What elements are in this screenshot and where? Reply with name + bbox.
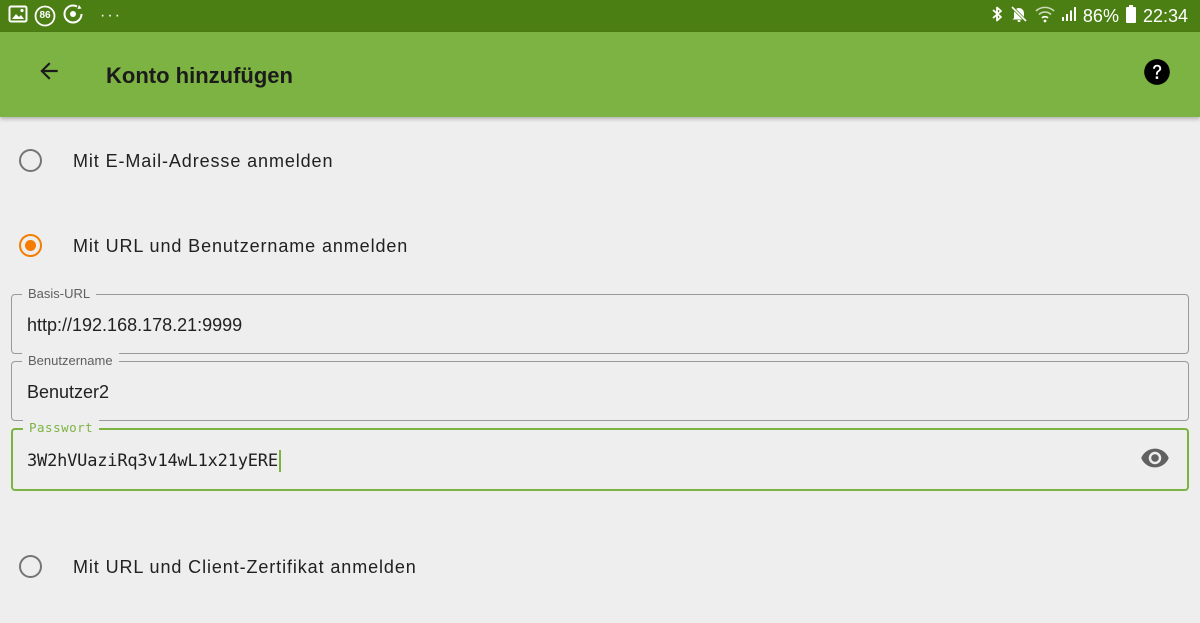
username-label: Benutzername bbox=[22, 353, 119, 369]
password-label: Passwort bbox=[23, 420, 100, 436]
base-url-label: Basis-URL bbox=[22, 286, 97, 302]
clock: 22:34 bbox=[1142, 6, 1188, 26]
username-field[interactable]: Benutzername Benutzer2 bbox=[11, 353, 1189, 421]
arrow-back-icon bbox=[36, 58, 62, 89]
login-option-client-certificate[interactable]: Mit URL und Client-Zertifikat anmelden bbox=[0, 541, 1200, 597]
password-field[interactable]: Passwort 3W2hVUaziRq3v14wL1x21yERE bbox=[11, 420, 1189, 491]
radio-button-client-certificate[interactable] bbox=[19, 555, 42, 578]
login-option-client-certificate-label: Mit URL und Client-Zertifikat anmelden bbox=[73, 557, 417, 577]
wifi-icon bbox=[1035, 5, 1055, 28]
login-option-email[interactable]: Mit E-Mail-Adresse anmelden bbox=[0, 135, 1200, 191]
bluetooth-icon bbox=[991, 5, 1003, 28]
login-option-email-label: Mit E-Mail-Adresse anmelden bbox=[73, 151, 334, 171]
login-option-url-username-label: Mit URL und Benutzername anmelden bbox=[73, 236, 409, 256]
notification-badge-count: 86 bbox=[39, 10, 51, 21]
status-bar-left: 86 ··· bbox=[8, 3, 122, 30]
sync-icon bbox=[62, 3, 84, 30]
image-icon bbox=[8, 5, 28, 28]
username-input[interactable]: Benutzer2 bbox=[27, 381, 109, 403]
mute-icon bbox=[1010, 5, 1028, 28]
base-url-input[interactable]: http://192.168.178.21:9999 bbox=[27, 314, 242, 336]
notification-badge-icon: 86 bbox=[34, 5, 56, 27]
eye-icon bbox=[1140, 443, 1170, 478]
password-value: 3W2hVUaziRq3v14wL1x21yERE bbox=[27, 451, 278, 471]
overflow-dots: ··· bbox=[100, 7, 122, 24]
radio-button-url-username[interactable] bbox=[19, 234, 42, 257]
signal-icon bbox=[1061, 6, 1076, 27]
back-button[interactable] bbox=[29, 53, 69, 93]
battery-icon bbox=[1125, 4, 1136, 28]
toggle-password-visibility-button[interactable] bbox=[1139, 444, 1171, 476]
login-option-url-username[interactable]: Mit URL und Benutzername anmelden bbox=[0, 220, 1200, 276]
app-bar: Konto hinzufügen bbox=[0, 32, 1200, 117]
battery-percent: 86% bbox=[1082, 6, 1119, 26]
password-input[interactable]: 3W2hVUaziRq3v14wL1x21yERE bbox=[27, 450, 281, 472]
status-bar-right: 86% 22:34 bbox=[991, 4, 1188, 28]
help-circle-icon bbox=[1143, 58, 1171, 91]
radio-button-email[interactable] bbox=[19, 149, 42, 172]
page-title: Konto hinzufügen bbox=[106, 63, 293, 88]
base-url-field[interactable]: Basis-URL http://192.168.178.21:9999 bbox=[11, 286, 1189, 354]
text-cursor bbox=[278, 450, 281, 472]
help-button[interactable] bbox=[1140, 57, 1174, 91]
status-bar: 86 ··· 86% 22:34 bbox=[0, 0, 1200, 32]
